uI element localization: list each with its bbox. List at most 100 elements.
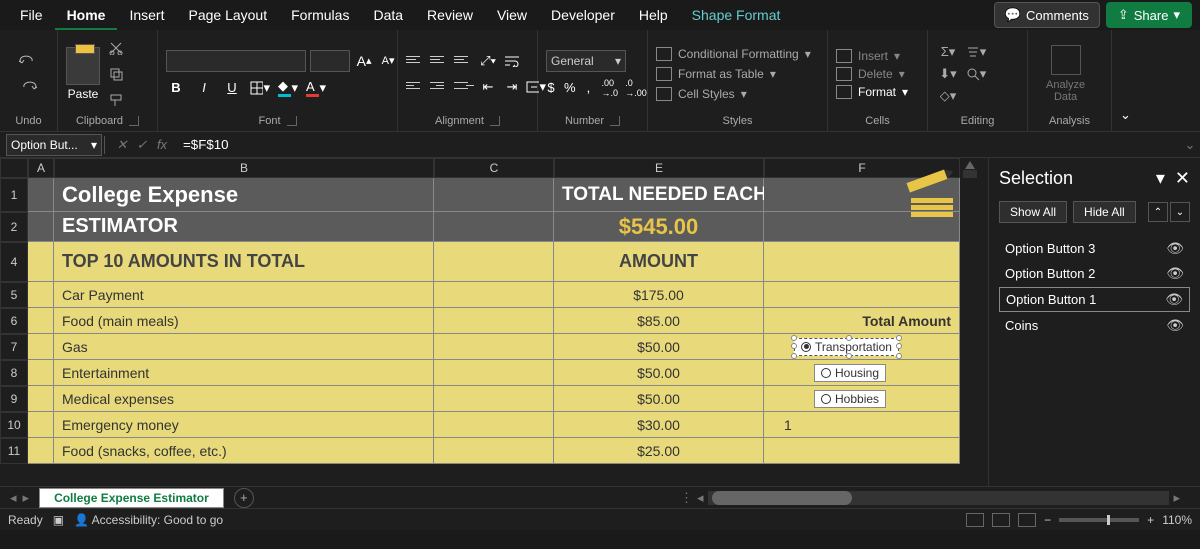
selection-pane-item[interactable]: Option Button 3👁 [999,237,1190,260]
cell[interactable]: 1 [764,412,960,438]
option-button-transportation[interactable]: Transportation [794,338,899,356]
cell[interactable]: Total Amount [764,308,960,334]
menu-formulas[interactable]: Formulas [279,0,361,30]
selection-pane-item[interactable]: Coins👁 [999,314,1190,337]
comma-button[interactable]: , [584,78,594,98]
number-format-select[interactable]: General▾ [546,50,626,72]
percent-button[interactable]: % [564,78,576,98]
align-bottom-button[interactable] [454,51,474,69]
undo-button[interactable] [12,51,44,71]
format-painter-button[interactable] [104,90,128,110]
row-header[interactable]: 1 [0,178,28,212]
cell[interactable] [434,308,554,334]
cell[interactable] [434,282,554,308]
enter-formula-button[interactable]: ✓ [133,136,151,154]
menu-file[interactable]: File [8,0,55,30]
option-button-hobbies[interactable]: Hobbies [814,390,886,408]
cell[interactable] [28,178,54,212]
page-break-view-button[interactable] [1018,513,1036,527]
move-down-button[interactable]: ⌄ [1170,202,1190,222]
copy-button[interactable] [104,64,128,84]
orientation-button[interactable]: ⤢▾ [478,51,498,71]
normal-view-button[interactable] [966,513,984,527]
cell[interactable] [28,212,54,242]
clipboard-dialog-launcher[interactable] [129,116,139,126]
cell[interactable] [764,242,960,282]
cell[interactable]: Emergency money [54,412,434,438]
zoom-in-button[interactable]: + [1147,513,1154,527]
align-right-button[interactable] [454,77,474,95]
zoom-slider[interactable] [1059,518,1139,522]
visibility-toggle-icon[interactable]: 👁 [1166,240,1184,257]
macro-record-icon[interactable]: ▣ [53,513,64,527]
increase-font-button[interactable]: A▴ [354,51,374,71]
cell[interactable] [434,334,554,360]
cell[interactable] [434,438,554,464]
page-layout-view-button[interactable] [992,513,1010,527]
row-header[interactable]: 7 [0,334,28,360]
name-box[interactable]: Option But...▾ [6,134,102,156]
row-header[interactable]: 2 [0,212,28,242]
cell[interactable]: Car Payment [54,282,434,308]
cell[interactable]: $50.00 [554,334,764,360]
menu-shape-format[interactable]: Shape Format [680,0,793,30]
add-sheet-button[interactable]: + [234,488,254,508]
cell[interactable] [434,360,554,386]
paste-icon[interactable] [66,47,100,85]
cell[interactable] [28,386,54,412]
cancel-formula-button[interactable]: ✕ [113,136,131,154]
menu-insert[interactable]: Insert [117,0,176,30]
cell[interactable] [28,282,54,308]
accessibility-status[interactable]: 👤 Accessibility: Good to go [74,513,223,527]
cell[interactable] [434,178,554,212]
col-header-a[interactable]: A [28,158,54,178]
wrap-text-button[interactable] [502,51,522,71]
option-button-housing[interactable]: Housing [814,364,886,382]
align-center-button[interactable] [430,77,450,95]
cell[interactable] [28,242,54,282]
menu-home[interactable]: Home [55,0,118,30]
visibility-toggle-icon[interactable]: 👁 [1166,265,1184,282]
italic-button[interactable]: I [194,78,214,98]
vertical-scrollbar[interactable] [963,170,977,178]
paste-button[interactable]: Paste [68,87,99,101]
cell[interactable]: Gas [54,334,434,360]
decrease-font-button[interactable]: A▾ [378,51,398,71]
cell[interactable]: $25.00 [554,438,764,464]
row-header[interactable]: 9 [0,386,28,412]
cell[interactable]: Medical expenses [54,386,434,412]
pane-options-button[interactable]: ▾ [1156,168,1165,189]
select-all-corner[interactable] [0,158,28,178]
menu-developer[interactable]: Developer [539,0,627,30]
sheet-tab[interactable]: College Expense Estimator [39,488,224,508]
hscroll-right[interactable]: ▸ [1173,490,1180,506]
visibility-toggle-icon[interactable]: 👁 [1165,291,1183,308]
selection-pane-item[interactable]: Option Button 1👁 [999,287,1190,312]
visibility-toggle-icon[interactable]: 👁 [1166,317,1184,334]
menu-view[interactable]: View [485,0,539,30]
sort-filter-button[interactable]: ▾ [964,43,988,61]
zoom-out-button[interactable]: − [1044,513,1051,527]
cell[interactable] [28,438,54,464]
move-up-button[interactable]: ⌃ [1148,202,1168,222]
conditional-formatting-button[interactable]: Conditional Formatting ▾ [656,47,811,61]
borders-button[interactable]: ▾ [250,78,270,98]
font-name-select[interactable] [166,50,306,72]
delete-cells-button[interactable]: Delete ▾ [836,67,908,81]
col-header-e[interactable]: E [554,158,764,178]
cell-styles-button[interactable]: Cell Styles ▾ [656,87,811,101]
formula-bar-expand[interactable]: ⌄ [1180,137,1200,153]
col-header-c[interactable]: C [434,158,554,178]
cell[interactable]: TOP 10 AMOUNTS IN TOTAL [54,242,434,282]
cell[interactable] [434,212,554,242]
align-left-button[interactable] [406,77,426,95]
align-middle-button[interactable] [430,51,450,69]
scroll-up-button[interactable] [965,159,975,169]
row-header[interactable]: 10 [0,412,28,438]
cell[interactable]: $175.00 [554,282,764,308]
currency-button[interactable]: $ [546,78,556,98]
cell[interactable] [28,360,54,386]
autosum-button[interactable]: Σ▾ [936,43,960,61]
cell[interactable]: Housing [764,360,960,386]
horizontal-scrollbar[interactable] [708,491,1170,505]
